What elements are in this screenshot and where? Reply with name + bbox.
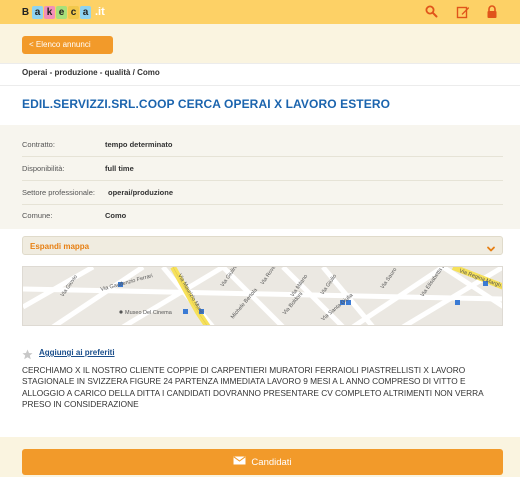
divider xyxy=(0,63,520,64)
detail-divider xyxy=(22,204,503,205)
chevron-down-icon xyxy=(486,241,496,259)
logo-letter: e xyxy=(56,6,67,19)
envelope-icon xyxy=(233,456,246,468)
logo-tail: .it xyxy=(95,6,105,18)
star-icon xyxy=(22,347,33,360)
apply-button[interactable]: Candidati xyxy=(22,449,503,475)
detail-label: Comune: xyxy=(22,211,53,220)
logo-letter: a xyxy=(32,6,43,19)
logo-letter: a xyxy=(80,6,91,19)
apply-label: Candidati xyxy=(251,456,292,468)
map-label: Museo Del Cinema xyxy=(125,310,173,316)
logo-letter: k xyxy=(44,6,55,19)
detail-label: Contratto: xyxy=(22,140,55,149)
expand-map-toggle[interactable]: Espandi mappa xyxy=(22,236,503,255)
ad-description: CERCHIAMO X IL NOSTRO CLIENTE COPPIE DI … xyxy=(22,365,484,409)
ad-title: EDIL.SERVIZZI.SRL.COOP CERCA OPERAI X LA… xyxy=(22,97,391,111)
detail-divider xyxy=(22,180,503,181)
ad-details xyxy=(0,125,520,229)
bakeca-logo[interactable]: B a k e c a .it xyxy=(20,6,105,19)
search-icon[interactable] xyxy=(425,5,439,19)
edit-icon[interactable] xyxy=(456,5,470,19)
breadcrumb[interactable]: Operai - produzione - qualità / Como xyxy=(22,68,160,77)
detail-divider xyxy=(22,156,503,157)
detail-value: operai/produzione xyxy=(108,188,174,197)
top-bar: B a k e c a .it xyxy=(0,0,520,24)
logo-letter: B xyxy=(20,6,31,19)
detail-value: Como xyxy=(105,211,127,220)
back-to-list-button[interactable]: < Elenco annunci xyxy=(22,36,113,54)
detail-label: Settore professionale: xyxy=(22,188,95,197)
divider xyxy=(0,85,520,86)
add-to-favorites-link[interactable]: Aggiungi ai preferiti xyxy=(39,348,115,357)
add-to-favorites[interactable]: Aggiungi ai preferiti xyxy=(22,347,115,360)
detail-label: Disponibilità: xyxy=(22,164,65,173)
logo-letter: c xyxy=(68,6,79,19)
expand-map-label: Espandi mappa xyxy=(30,242,90,251)
detail-value: tempo determinato xyxy=(105,140,173,149)
lock-icon[interactable] xyxy=(486,5,500,19)
location-map[interactable]: Via Giovio Via Gaudenzio Ferrari Via Mau… xyxy=(22,266,503,326)
detail-value: full time xyxy=(105,164,134,173)
